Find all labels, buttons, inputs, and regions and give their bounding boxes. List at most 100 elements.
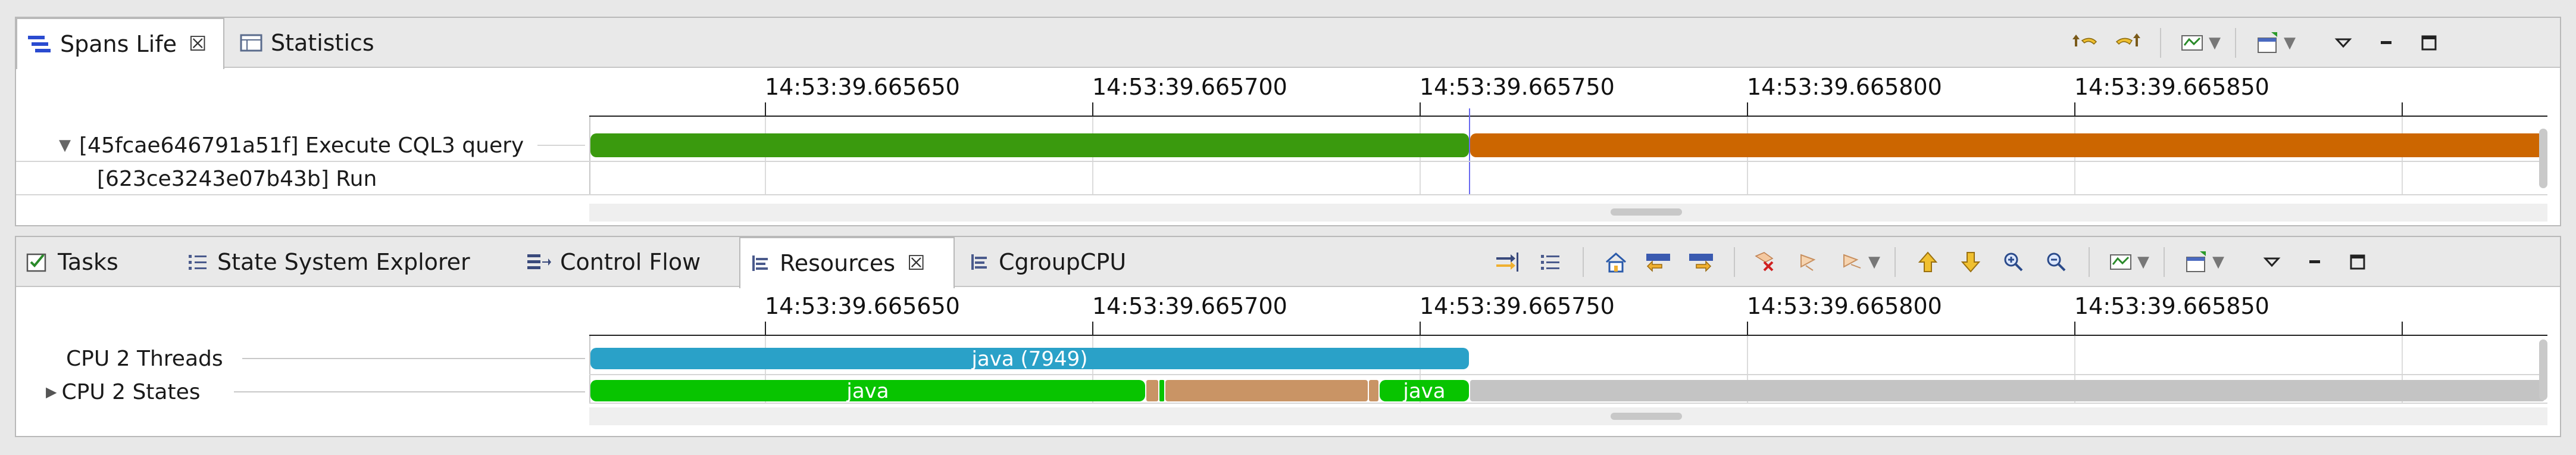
close-icon[interactable]: ☒: [907, 251, 925, 275]
thread-bar-label: java (7949): [971, 347, 1088, 371]
tick-mark: [765, 102, 766, 117]
ruler-baseline: [589, 335, 2547, 336]
tree-connector: [242, 358, 585, 359]
previous-event-button[interactable]: [1637, 243, 1680, 281]
tab-state-system-explorer-label: State System Explorer: [217, 249, 470, 275]
time-label: 14:53:39.665750: [1420, 74, 1615, 100]
state-bar-running[interactable]: [1159, 380, 1164, 401]
maximize-icon[interactable]: [2336, 243, 2379, 281]
tick-mark: [1420, 322, 1421, 336]
tick-mark: [1092, 102, 1093, 117]
spans-life-content: 14:53:39.665650 14:53:39.665700 14:53:39…: [16, 69, 2560, 225]
tab-spans-life[interactable]: Spans Life ☒: [16, 18, 224, 69]
marker-dropdown-icon[interactable]: ▼: [1868, 253, 1880, 271]
next-event-button[interactable]: [1680, 243, 1723, 281]
tree-row-execute-query[interactable]: ▼ [45fcae646791a51f] Execute CQL3 query: [16, 129, 524, 162]
state-bar-syscall[interactable]: [1369, 380, 1378, 401]
tree-connector: [537, 145, 585, 146]
top-toolbar: ▼ ▼: [2064, 18, 2450, 68]
expand-toggle-icon[interactable]: ▶: [46, 384, 57, 400]
pin-view-dropdown-icon[interactable]: ▼: [2284, 34, 2296, 52]
time-ruler: 14:53:39.665650 14:53:39.665700 14:53:39…: [589, 69, 2547, 117]
tree-row-cpu2-threads[interactable]: CPU 2 Threads: [16, 342, 223, 375]
minimize-icon[interactable]: [2293, 243, 2336, 281]
expand-toggle-icon[interactable]: ▼: [59, 136, 71, 154]
row-separator: [16, 194, 2547, 195]
horizontal-scrollbar[interactable]: [589, 407, 2547, 425]
time-label: 14:53:39.665800: [1747, 293, 1942, 319]
state-system-explorer-icon: [186, 252, 209, 272]
time-label: 14:53:39.665700: [1092, 74, 1287, 100]
pin-view-dropdown-icon[interactable]: ▼: [2212, 253, 2224, 271]
tick-mark: [1092, 322, 1093, 336]
previous-marker-button[interactable]: [1789, 243, 1831, 281]
span-bar-green[interactable]: [590, 133, 1469, 157]
scrollbar-thumb[interactable]: [1611, 413, 1682, 420]
vertical-scrollbar[interactable]: [2539, 339, 2547, 400]
scrollbar-thumb[interactable]: [1611, 208, 1682, 216]
tree-row-run[interactable]: [623ce3243e07b43b] Run: [16, 162, 377, 195]
tree-row-label: CPU 2 States: [61, 379, 201, 404]
show-list-button[interactable]: [1529, 243, 1572, 281]
time-label: 14:53:39.665800: [1747, 74, 1942, 100]
legend-dropdown-icon[interactable]: ▼: [2209, 34, 2221, 52]
tasks-icon: [26, 251, 49, 273]
tick-mark: [2074, 102, 2075, 117]
time-label: 14:53:39.665750: [1420, 293, 1615, 319]
tab-cgroupcpu[interactable]: CgroupCPU: [959, 237, 1136, 287]
control-flow-icon: [526, 252, 552, 272]
horizontal-scrollbar[interactable]: [589, 204, 2547, 222]
time-label: 14:53:39.665650: [765, 293, 960, 319]
tree-row-cpu2-states[interactable]: ▶ CPU 2 States: [16, 375, 201, 409]
tab-resources[interactable]: Resources ☒: [739, 237, 955, 288]
span-bar-orange[interactable]: [1470, 133, 2544, 157]
view-menu-icon[interactable]: [2250, 243, 2293, 281]
vertical-scrollbar[interactable]: [2539, 129, 2547, 188]
state-bar-syscall[interactable]: [1146, 380, 1158, 401]
legend-dropdown-icon[interactable]: ▼: [2137, 253, 2149, 271]
minimize-icon[interactable]: [2365, 24, 2408, 62]
bottom-toolbar: ▼ ▼ ▼: [1486, 237, 2379, 287]
row-separator: [16, 161, 2547, 162]
time-ruler: 14:53:39.665650 14:53:39.665700 14:53:39…: [589, 288, 2547, 336]
align-views-button[interactable]: [1486, 243, 1529, 281]
follow-arrow-back-button[interactable]: [2064, 24, 2106, 62]
toolbar-separator: [2089, 247, 2090, 277]
zoom-out-icon[interactable]: [2035, 243, 2078, 281]
state-bar-label: java: [846, 379, 889, 403]
next-item-button[interactable]: [1949, 243, 1992, 281]
tick-mark: [2402, 322, 2403, 336]
tab-control-flow[interactable]: Control Flow: [516, 237, 710, 287]
remove-bookmark-button[interactable]: [1746, 243, 1789, 281]
tab-control-flow-label: Control Flow: [560, 249, 701, 275]
follow-arrow-forward-button[interactable]: [2106, 24, 2149, 62]
tree-connector: [234, 391, 585, 392]
tick-mark: [765, 322, 766, 336]
tab-resources-label: Resources: [780, 250, 896, 276]
view-menu-icon[interactable]: [2322, 24, 2365, 62]
tab-tasks-label: Tasks: [58, 249, 118, 275]
resources-icon: [750, 253, 771, 273]
tree-row-label: [45fcae646791a51f] Execute CQL3 query: [79, 133, 524, 158]
toolbar-separator: [2164, 247, 2165, 277]
top-tab-bar: Spans Life ☒ Statistics ▼ ▼: [16, 18, 2560, 69]
tick-mark: [1747, 322, 1748, 336]
zoom-in-icon[interactable]: [1992, 243, 2035, 281]
previous-item-button[interactable]: [1906, 243, 1949, 281]
state-bar-syscall[interactable]: [1165, 380, 1368, 401]
tab-tasks[interactable]: Tasks: [16, 237, 128, 287]
tick-mark: [1420, 102, 1421, 117]
toolbar-separator: [1734, 247, 1735, 277]
maximize-icon[interactable]: [2408, 24, 2450, 62]
tab-state-system-explorer[interactable]: State System Explorer: [177, 237, 480, 287]
reset-time-scale-button[interactable]: [1595, 243, 1637, 281]
resources-view-container: Tasks State System Explorer Control Flow…: [15, 236, 2561, 437]
tab-statistics[interactable]: Statistics: [230, 18, 384, 68]
toolbar-separator: [1895, 247, 1896, 277]
tree-row-label: [623ce3243e07b43b] Run: [97, 166, 377, 191]
state-bar-idle[interactable]: [1470, 380, 2544, 401]
close-icon[interactable]: ☒: [189, 32, 207, 56]
spans-life-icon: [27, 33, 52, 55]
